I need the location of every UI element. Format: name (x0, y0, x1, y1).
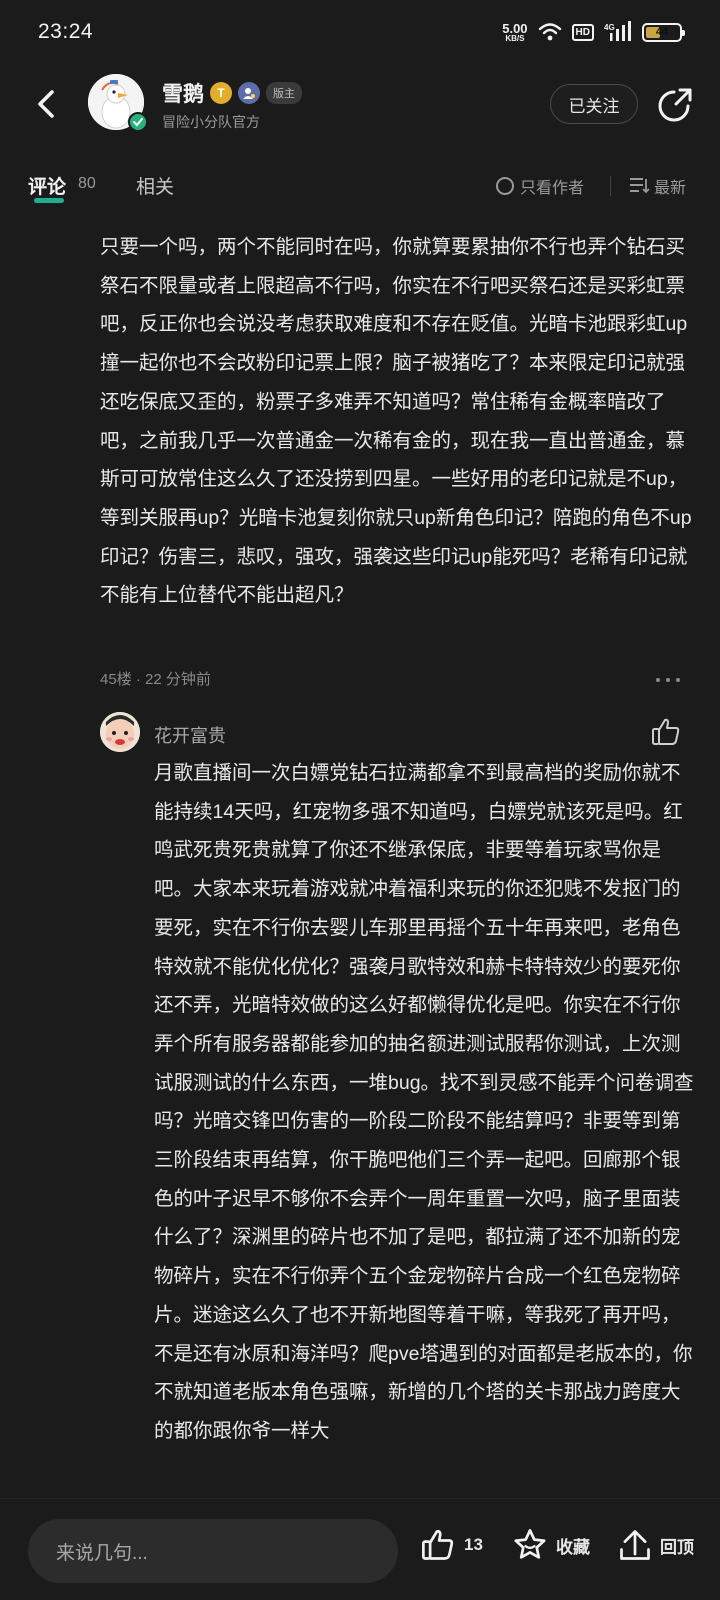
net-speed: 5.00 KB/S (502, 22, 527, 43)
level-badge: T (210, 82, 232, 104)
net-speed-value: 5.00 (502, 20, 528, 36)
more-icon[interactable] (656, 668, 680, 692)
wifi-icon (538, 23, 561, 41)
bottom-bar: 来说几句... 13 收藏 回顶 (0, 1498, 720, 1600)
net-speed-unit: KB/S (505, 33, 525, 43)
author-name[interactable]: 雪鹅 (162, 78, 204, 108)
moderator-badge: 版主 (266, 82, 302, 104)
tab-active-indicator (34, 198, 64, 203)
comments-count: 80 (78, 175, 96, 192)
top-label: 回顶 (660, 1537, 694, 1557)
favorite-button[interactable]: 收藏 (512, 1527, 590, 1563)
reply-author[interactable]: 花开富贵 (154, 722, 226, 748)
thumbs-up-icon[interactable] (650, 716, 682, 748)
comment-body[interactable]: 只要一个吗，两个不能同时在吗，你就算要累抽你不行也弄个钻石买祭石不限量或者上限超… (100, 228, 694, 615)
author-avatar[interactable] (88, 74, 148, 132)
sort-icon (630, 178, 650, 194)
reply-avatar-image (100, 712, 140, 752)
admin-icon (238, 82, 260, 104)
comment-input[interactable]: 来说几句... (28, 1519, 398, 1583)
status-icons: 5.00 KB/S HD 4G 44 (502, 21, 685, 43)
signal-icon: 4G (604, 21, 631, 41)
arrow-up-icon (620, 1530, 650, 1560)
tab-divider (610, 176, 611, 196)
battery-icon: 44 (642, 22, 685, 42)
only-author-toggle[interactable]: 只看作者 (496, 174, 584, 198)
comment-meta: 45楼 · 22 分钟前 (100, 671, 211, 688)
hd-icon: HD (571, 23, 594, 41)
post-header: 雪鹅 T 版主 冒险小分队官方 已关注 (0, 64, 720, 144)
thumbs-up-icon (422, 1529, 454, 1560)
like-count: 13 (464, 1535, 483, 1554)
back-to-top-button[interactable]: 回顶 (618, 1527, 694, 1563)
status-bar: 23:24 5.00 KB/S HD 4G 44 (0, 0, 720, 64)
author-info: 雪鹅 T 版主 冒险小分队官方 (162, 78, 302, 132)
reply-body[interactable]: 月歌直播间一次白嫖党钻石拉满都拿不到最高档的奖励你就不能持续14天吗，红宠物多强… (154, 754, 694, 1451)
favorite-label: 收藏 (556, 1537, 590, 1557)
tab-comments[interactable]: 评论 (28, 172, 66, 199)
network-type: 4G (604, 23, 615, 32)
sort-label: 最新 (654, 180, 687, 197)
like-button[interactable]: 13 (420, 1527, 483, 1563)
author-name-row: 雪鹅 T 版主 (162, 78, 302, 108)
battery-level: 44 (655, 26, 669, 38)
follow-button[interactable]: 已关注 (550, 84, 638, 124)
only-author-label: 只看作者 (520, 180, 585, 197)
verified-icon (128, 112, 148, 132)
comment-tabs: 评论 80 相关 只看作者 最新 (0, 160, 720, 216)
star-icon (514, 1529, 546, 1559)
back-arrow-icon[interactable] (28, 84, 68, 124)
share-icon[interactable] (658, 86, 694, 122)
sort-toggle[interactable]: 最新 (630, 174, 686, 198)
reply-avatar[interactable] (100, 712, 140, 752)
author-subtitle: 冒险小分队官方 (162, 114, 260, 130)
status-time: 23:24 (38, 20, 94, 43)
tab-related[interactable]: 相关 (136, 172, 174, 199)
radio-icon (496, 177, 514, 195)
